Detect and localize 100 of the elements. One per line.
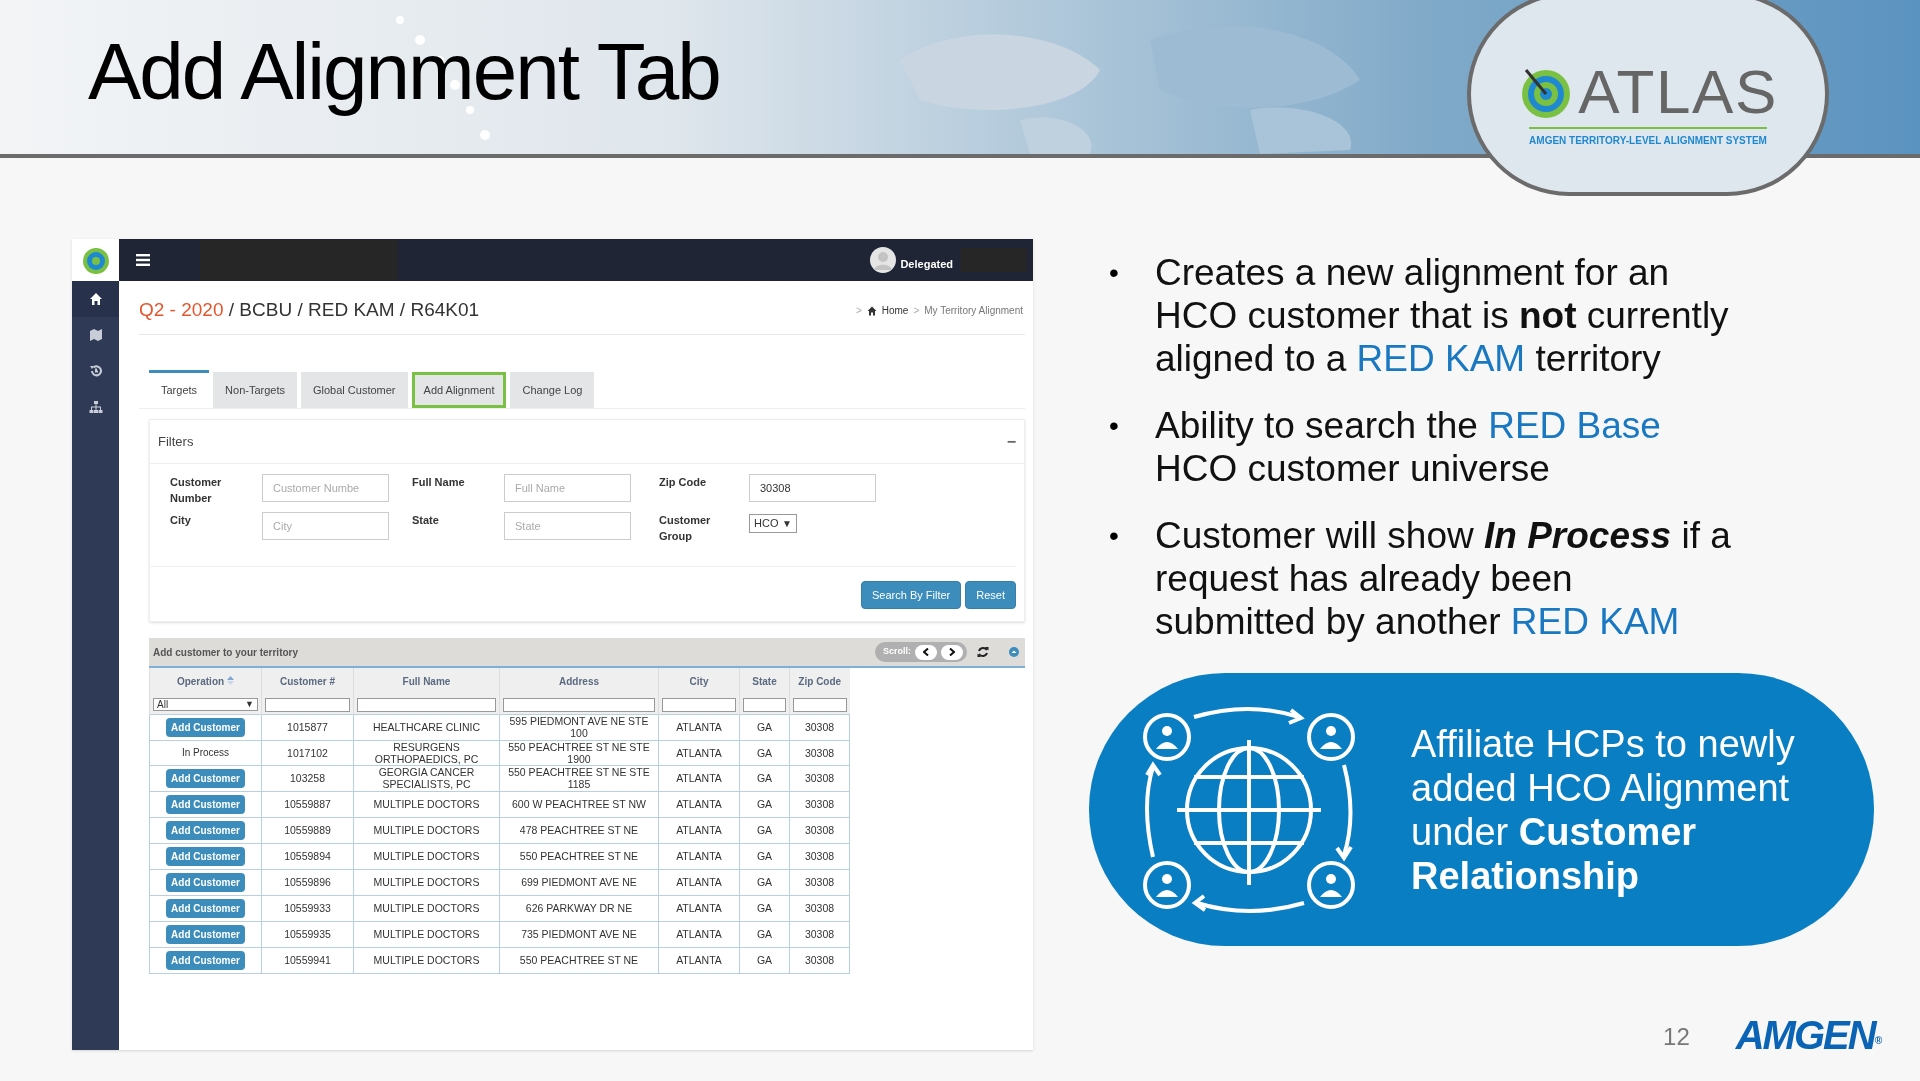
table-cell: MULTIPLE DOCTORS: [373, 954, 480, 966]
user-status: Delegated: [900, 256, 953, 272]
table-cell: 10559887: [284, 798, 331, 810]
field-label: Zip Code: [659, 475, 708, 490]
page-number: 12: [1663, 1022, 1690, 1052]
bullet-mark: •: [1109, 519, 1120, 553]
breadcrumb-separator: >: [913, 304, 920, 318]
breadcrumb-separator: >: [855, 304, 862, 318]
breadcrumb-link[interactable]: Home: [881, 303, 909, 318]
action-button[interactable]: Search By Filter: [861, 581, 962, 609]
logo-tagline: AMGEN TERRITORY-LEVEL ALIGNMENT SYSTEM: [1529, 126, 1767, 148]
table-cell: HEALTHCARE CLINIC: [372, 721, 481, 733]
tab[interactable]: Add Alignment: [411, 372, 507, 408]
table-cell: 30308: [804, 746, 835, 759]
add-customer-button[interactable]: Add Customer: [166, 924, 245, 944]
table-cell: GA: [756, 928, 773, 940]
add-customer-button[interactable]: Add Customer: [166, 820, 245, 840]
filter-input[interactable]: [265, 697, 350, 712]
table-cell: 30308: [804, 721, 835, 733]
table-cell: 600 W PEACHTREE ST NW: [512, 798, 646, 810]
table-cell: MULTIPLE DOCTORS: [373, 902, 480, 914]
collapse-button[interactable]: −: [1006, 429, 1016, 454]
table-cell: 30308: [804, 850, 835, 862]
add-customer-button[interactable]: Add Customer: [166, 846, 245, 866]
table-cell: 30308: [804, 954, 835, 966]
table-cell: 30308: [804, 928, 835, 940]
table-cell: 30308: [804, 798, 835, 810]
table-cell: GA: [756, 824, 773, 836]
table-cell: 1015877: [287, 721, 328, 733]
table-cell: GEORGIA CANCER SPECIALISTS, PC: [378, 766, 475, 790]
filter-input[interactable]: [743, 697, 786, 712]
table-cell: 550 PEACHTREE ST NE: [519, 954, 639, 966]
add-customer-button[interactable]: Add Customer: [166, 794, 245, 814]
table-cell: ATLANTA: [676, 876, 722, 888]
callout-text: Affiliate HCPs to newly added HCO Alignment under Customer Relationship: [1411, 721, 1796, 898]
sitemap-icon: [88, 400, 103, 414]
field-label: Customer Group: [659, 513, 712, 544]
table-cell: 735 PIEDMONT AVE NE: [521, 928, 637, 940]
table-cell: GA: [756, 876, 773, 888]
scroll-button[interactable]: [915, 644, 937, 660]
table-cell: MULTIPLE DOCTORS: [373, 876, 480, 888]
dropdown[interactable]: HCO ▼: [749, 514, 797, 533]
refresh-icon: [977, 646, 989, 658]
add-customer-button[interactable]: Add Customer: [166, 872, 245, 892]
input-field[interactable]: Full Name: [504, 474, 631, 502]
bullet-text: Ability to search the RED Base HCO customer universe: [1155, 404, 1662, 490]
tab[interactable]: Change Log: [510, 372, 595, 408]
table-cell: GA: [756, 721, 773, 733]
slide-title: Add Alignment Tab: [88, 28, 720, 116]
table-cell: ATLANTA: [676, 954, 722, 966]
grid-title: Add customer to your territory: [153, 645, 300, 660]
table-cell: 30308: [804, 876, 835, 888]
dropdown[interactable]: All ▼: [153, 698, 258, 712]
field-label: Full Name: [412, 475, 466, 490]
table-cell: ATLANTA: [676, 772, 722, 784]
scroll-button[interactable]: [941, 644, 963, 660]
filter-input[interactable]: [793, 697, 847, 712]
add-customer-button[interactable]: Add Customer: [166, 717, 245, 737]
tab[interactable]: Non-Targets: [213, 372, 297, 408]
chevron-right-icon: [949, 648, 955, 656]
input-field[interactable]: Customer Numbe: [262, 474, 389, 502]
collapse-icon: [1009, 647, 1019, 657]
add-customer-button[interactable]: Add Customer: [166, 898, 245, 918]
table-cell: 699 PIEDMONT AVE NE: [521, 876, 637, 888]
table-cell: 1017102: [287, 746, 328, 759]
breadcrumb-link[interactable]: My Territory Alignment: [924, 303, 1023, 318]
chevron-left-icon: [923, 648, 929, 656]
sort-icon: [227, 676, 235, 685]
field-label: Customer Number: [170, 475, 223, 506]
table-cell: ATLANTA: [676, 798, 722, 810]
bullet-text: Creates a new alignment for an HCO customer that is not currently aligned to a RED KAM territory: [1155, 251, 1730, 380]
add-customer-button[interactable]: Add Customer: [166, 950, 245, 970]
table-cell: MULTIPLE DOCTORS: [373, 798, 480, 810]
table-cell: ATLANTA: [676, 746, 722, 759]
input-field[interactable]: City: [262, 512, 389, 540]
input-field[interactable]: State: [504, 512, 631, 540]
action-button[interactable]: Reset: [965, 581, 1016, 609]
menu-icon: [136, 254, 150, 266]
filter-input[interactable]: [503, 697, 655, 712]
field-label: City: [170, 513, 192, 528]
avatar-icon: [870, 247, 897, 273]
table-cell: 550 PEACHTREE ST NE STE 1185: [508, 766, 650, 790]
table-cell: GA: [756, 772, 773, 784]
table-cell: GA: [756, 798, 773, 810]
table-cell: 10559935: [284, 928, 331, 940]
table-cell: GA: [756, 746, 773, 759]
bullet-mark: •: [1109, 409, 1120, 443]
add-customer-button[interactable]: Add Customer: [166, 768, 245, 788]
table-cell: GA: [756, 902, 773, 914]
table-cell: 10559889: [284, 824, 331, 836]
input-field[interactable]: 30308: [749, 474, 876, 502]
table-cell: 10559941: [284, 954, 331, 966]
table-cell: 10559894: [284, 850, 331, 862]
table-cell: 10559933: [284, 902, 331, 914]
filter-input[interactable]: [662, 697, 736, 712]
filter-input[interactable]: [357, 697, 496, 712]
tab[interactable]: Global Customer: [301, 372, 408, 408]
table-cell: 595 PIEDMONT AVE NE STE 100: [509, 715, 649, 739]
panel-title: Filters: [158, 432, 194, 451]
table-cell: 30308: [804, 772, 835, 784]
